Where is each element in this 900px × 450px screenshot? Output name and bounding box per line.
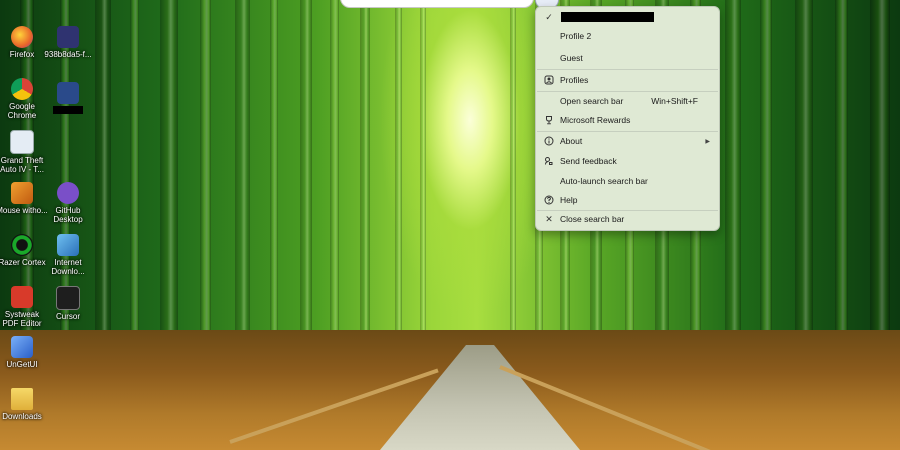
bamboo-stalk: [510, 0, 516, 360]
menu-item-shortcut: Win+Shift+F: [651, 96, 698, 106]
bamboo-stalk: [835, 0, 848, 360]
menu-item-open-search-bar[interactable]: Open search bar Win+Shift+F: [537, 91, 718, 111]
mouse-app-icon: [11, 182, 33, 204]
bamboo-stalk: [270, 0, 278, 360]
image-file-icon: [57, 26, 79, 48]
menu-item-about[interactable]: About ▶: [537, 131, 718, 151]
desktop-icon-image-file-2[interactable]: [42, 82, 94, 116]
desktop-icon-chrome[interactable]: Google Chrome: [0, 78, 48, 120]
desktop-icon-label: [53, 106, 83, 114]
desktop-icon-label: UnGetUI: [6, 360, 38, 369]
menu-item-close-search-bar[interactable]: ✕ Close search bar: [537, 209, 718, 229]
bamboo-stalk: [760, 0, 772, 360]
menu-item-profiles[interactable]: Profiles: [537, 70, 718, 90]
desktop-icon-downloads[interactable]: Downloads: [0, 388, 48, 421]
desktop-icon-github-desktop[interactable]: GitHub Desktop: [42, 182, 94, 224]
github-desktop-icon: [57, 182, 79, 204]
menu-item-label: Auto-launch search bar: [560, 176, 648, 186]
desktop-icon-razer-cortex[interactable]: Razer Cortex: [0, 234, 48, 267]
desktop-icon-label: Google Chrome: [7, 102, 37, 120]
razer-cortex-icon: [11, 234, 33, 256]
trophy-icon: [544, 115, 554, 125]
bamboo-stalk: [870, 0, 890, 360]
desktop-icon-label: Systweak PDF Editor: [2, 310, 42, 328]
pdf-editor-icon: [11, 286, 33, 308]
bamboo-stalk: [360, 0, 370, 360]
redacted-profile-name: [561, 12, 654, 22]
firefox-icon: [11, 26, 33, 48]
desktop-icon-label: Grand Theft Auto IV - T...: [0, 156, 44, 174]
menu-item-send-feedback[interactable]: Send feedback: [537, 151, 718, 171]
bamboo-stalk: [95, 0, 111, 360]
desktop-icon-label: Firefox: [9, 50, 35, 59]
profiles-icon: [544, 75, 554, 85]
cursor-app-icon: [56, 286, 80, 310]
desktop-icon-cursor[interactable]: Cursor: [42, 286, 94, 321]
menu-item-label: Microsoft Rewards: [560, 115, 631, 125]
bamboo-stalk: [420, 0, 426, 360]
bamboo-stalk: [300, 0, 312, 360]
bamboo-stalk: [795, 0, 813, 360]
menu-item-help[interactable]: Help: [537, 190, 718, 210]
image-file-icon: [57, 82, 79, 104]
bamboo-stalk: [330, 0, 339, 360]
desktop-icon-unigetui[interactable]: UnGetUI: [0, 336, 48, 369]
chrome-icon: [11, 78, 33, 100]
close-icon: ✕: [545, 214, 553, 224]
gta-shortcut-icon: [10, 130, 34, 154]
menu-item-label: Guest: [560, 53, 583, 63]
feedback-icon: [544, 156, 554, 166]
menu-item-label: Profiles: [560, 75, 589, 85]
menu-item-label: Profile 2: [560, 31, 592, 41]
bamboo-stalk: [130, 0, 139, 360]
desktop-icon-pdf-editor[interactable]: Systweak PDF Editor: [0, 286, 48, 328]
menu-item-label: About: [560, 136, 583, 146]
bamboo-stalk: [725, 0, 741, 360]
check-icon: ✓: [545, 12, 553, 22]
bamboo-stalk: [395, 0, 402, 360]
info-icon: [544, 136, 554, 146]
menu-item-current-profile[interactable]: ✓: [537, 7, 718, 27]
chevron-right-icon: ▶: [705, 138, 710, 145]
bamboo-stalk: [235, 0, 250, 360]
desktop-icon-label: Razer Cortex: [0, 258, 46, 267]
desktop-icon-label: 938b8da5-f...: [44, 50, 92, 59]
desktop-icon-gta[interactable]: Grand Theft Auto IV - T...: [0, 130, 48, 174]
help-icon: [544, 195, 554, 205]
menu-item-guest[interactable]: Guest: [537, 48, 718, 68]
menu-item-auto-launch[interactable]: Auto-launch search bar: [537, 171, 718, 191]
desktop-icon-label: Mouse witho...: [0, 206, 48, 215]
desktop-icon-mouse-app[interactable]: Mouse witho...: [0, 182, 48, 215]
profile-context-menu: ✓ Profile 2 Guest Profiles Open search b…: [535, 6, 720, 231]
folder-icon: [11, 388, 33, 410]
menu-item-label: Help: [560, 195, 578, 205]
unigetui-icon: [11, 336, 33, 358]
search-bar[interactable]: [340, 0, 534, 8]
menu-item-label: Close search bar: [560, 214, 625, 224]
desktop-wallpaper: [0, 0, 900, 450]
desktop-icon-label: Downloads: [2, 412, 42, 421]
desktop-icon-label: Cursor: [55, 312, 80, 321]
desktop-icon-label: Internet Downlo...: [51, 258, 85, 276]
desktop-icon-firefox[interactable]: Firefox: [0, 26, 48, 59]
menu-item-label: Open search bar: [560, 96, 624, 106]
desktop-icon-image-file[interactable]: 938b8da5-f...: [42, 26, 94, 59]
bamboo-stalk: [160, 0, 178, 360]
desktop-icon-idm[interactable]: Internet Downlo...: [42, 234, 94, 276]
desktop-icon-label: GitHub Desktop: [53, 206, 83, 224]
menu-item-profile-2[interactable]: Profile 2: [537, 26, 718, 46]
menu-item-label: Send feedback: [560, 156, 617, 166]
menu-item-microsoft-rewards[interactable]: Microsoft Rewards: [537, 110, 718, 130]
bamboo-stalk: [200, 0, 211, 360]
idm-icon: [57, 234, 79, 256]
